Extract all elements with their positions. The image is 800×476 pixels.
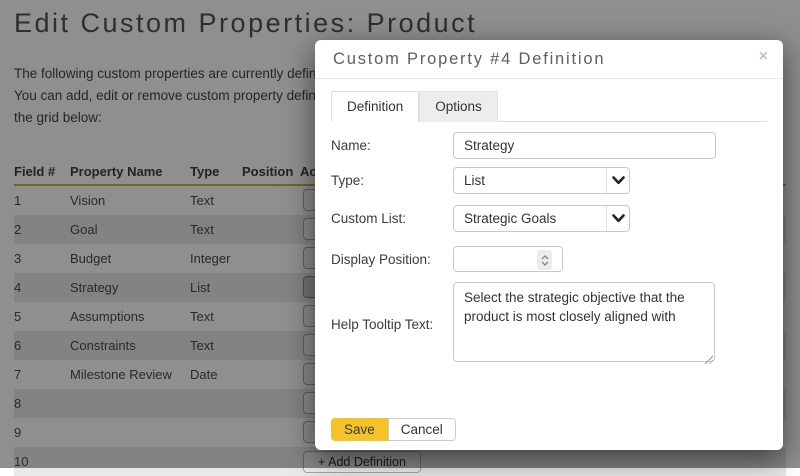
chevron-down-icon xyxy=(606,168,629,193)
type-label: Type: xyxy=(331,173,365,188)
help-tooltip-label: Help Tooltip Text: xyxy=(331,317,434,332)
tab-definition[interactable]: Definition xyxy=(331,91,420,122)
number-spinner[interactable] xyxy=(537,250,552,270)
type-select[interactable]: List xyxy=(453,167,630,194)
display-position-row: Display Position: xyxy=(331,246,767,272)
cancel-button[interactable]: Cancel xyxy=(387,418,456,441)
save-button[interactable]: Save xyxy=(331,418,388,441)
chevron-down-icon xyxy=(606,206,629,231)
close-icon[interactable]: × xyxy=(759,49,768,65)
name-label: Name: xyxy=(331,138,371,153)
custom-list-select-value: Strategic Goals xyxy=(464,211,557,226)
name-row: Name: xyxy=(331,132,767,159)
dialog-header: Custom Property #4 Definition × xyxy=(315,40,783,79)
type-select-value: List xyxy=(464,173,486,188)
dialog-buttons: Save Cancel xyxy=(331,418,767,441)
tab-options[interactable]: Options xyxy=(419,91,498,122)
display-position-input[interactable] xyxy=(453,246,563,272)
tab-bar: Definition Options xyxy=(331,91,767,122)
help-tooltip-wrap: Select the strategic objective that the … xyxy=(453,282,715,367)
custom-list-row: Custom List: Strategic Goals xyxy=(331,205,767,232)
type-row: Type: List xyxy=(331,167,767,194)
custom-list-select[interactable]: Strategic Goals xyxy=(453,205,630,232)
spinner-up-icon xyxy=(541,254,548,259)
help-tooltip-textarea[interactable]: Select the strategic objective that the … xyxy=(453,282,715,362)
dialog-title: Custom Property #4 Definition xyxy=(333,49,606,68)
definition-form: Name: Type: List Custom List: Strategic … xyxy=(331,132,767,441)
help-tooltip-row: Help Tooltip Text: Select the strategic … xyxy=(331,282,767,367)
dialog-body: Definition Options Name: Type: List Cust… xyxy=(315,79,783,441)
spinner-down-icon xyxy=(541,261,548,266)
name-input[interactable] xyxy=(453,132,716,159)
display-position-label: Display Position: xyxy=(331,251,431,267)
custom-list-label: Custom List: xyxy=(331,211,407,226)
custom-property-dialog: Custom Property #4 Definition × Definiti… xyxy=(315,40,783,450)
